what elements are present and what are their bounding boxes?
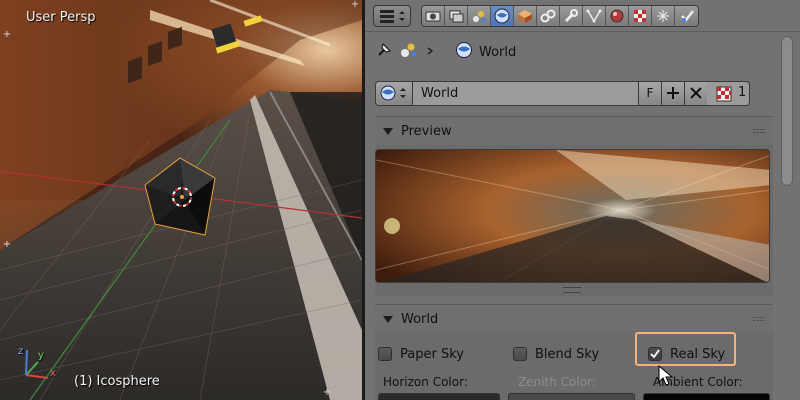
blend-sky-checkbox[interactable]: Blend Sky: [513, 344, 599, 364]
horizon-color-swatch[interactable]: [378, 393, 500, 400]
texture-icon: [716, 86, 732, 106]
scene-icon: [399, 41, 419, 63]
breadcrumb-world-label: World: [479, 44, 517, 60]
preview-panel-title: Preview: [401, 123, 452, 139]
mouse-cursor-icon: [658, 365, 674, 386]
properties-header: [365, 0, 800, 32]
checkbox-box[interactable]: [378, 347, 392, 361]
horizon-color-label: Horizon Color:: [383, 375, 468, 389]
gizmo-x-label: x: [50, 368, 56, 379]
data-icon[interactable]: [583, 6, 606, 26]
object-icon[interactable]: [514, 6, 537, 26]
preview-panel: Preview: [375, 116, 773, 296]
properties-scrollbar[interactable]: [781, 36, 793, 186]
new-world-button[interactable]: [661, 82, 684, 105]
preview-resize-handle[interactable]: [563, 287, 581, 293]
world-icon[interactable]: [491, 6, 514, 26]
physics-icon[interactable]: [675, 6, 698, 26]
view-name-label: User Persp: [26, 10, 96, 25]
area-split-corner-icon[interactable]: +: [350, 0, 360, 10]
panel-drag-grip-icon[interactable]: [753, 129, 765, 133]
pin-icon[interactable]: [375, 41, 393, 63]
world-browse-button[interactable]: [376, 82, 413, 105]
blend-sky-label: Blend Sky: [535, 346, 600, 362]
viewport-scene: [0, 0, 362, 400]
world-panel-title: World: [401, 311, 439, 327]
checkbox-box[interactable]: [513, 347, 527, 361]
3d-viewport[interactable]: User Persp (1) Icosphere x y z + + + +: [0, 0, 362, 400]
area-split-corner-icon[interactable]: +: [322, 388, 332, 398]
material-icon[interactable]: [606, 6, 629, 26]
constraints-icon[interactable]: [537, 6, 560, 26]
gizmo-y-label: y: [38, 350, 44, 361]
active-object-label: (1) Icosphere: [74, 374, 160, 389]
particles-icon[interactable]: [652, 6, 675, 26]
context-tabs: [421, 5, 699, 27]
ambient-color-swatch[interactable]: [643, 393, 770, 400]
paper-sky-label: Paper Sky: [400, 346, 464, 362]
preview-panel-header[interactable]: Preview: [375, 117, 773, 145]
texture-icon[interactable]: [629, 6, 652, 26]
area-split-corner-icon[interactable]: +: [2, 240, 12, 250]
collapse-triangle-icon: [383, 127, 393, 135]
paper-sky-checkbox[interactable]: Paper Sky: [378, 344, 464, 364]
world-id-field: World F: [375, 81, 750, 106]
unlink-world-button[interactable]: [684, 82, 707, 105]
breadcrumb-chevron-icon: [425, 45, 435, 60]
world-users-count: 1: [738, 85, 747, 100]
modifiers-icon[interactable]: [560, 6, 583, 26]
world-datablock-selector: World F: [375, 81, 750, 106]
scene-icon[interactable]: [468, 6, 491, 26]
breadcrumb: World: [375, 40, 516, 64]
render-icon[interactable]: [422, 6, 445, 26]
panel-drag-grip-icon[interactable]: [753, 317, 765, 321]
collapse-triangle-icon: [383, 315, 393, 323]
zenith-color-label: Zenith Color:: [518, 375, 596, 389]
fake-user-button[interactable]: F: [638, 82, 661, 105]
world-panel-header[interactable]: World: [375, 305, 773, 333]
properties-editor-icon[interactable]: [373, 5, 411, 27]
zenith-color-swatch[interactable]: [508, 393, 635, 400]
world-name-input[interactable]: World: [413, 82, 638, 105]
world-icon: [455, 41, 473, 63]
render-layers-icon[interactable]: [445, 6, 468, 26]
real-sky-highlight: [635, 332, 736, 366]
gizmo-z-label: z: [18, 346, 24, 357]
world-preview-image: [375, 149, 770, 283]
area-split-corner-icon[interactable]: +: [2, 30, 12, 40]
